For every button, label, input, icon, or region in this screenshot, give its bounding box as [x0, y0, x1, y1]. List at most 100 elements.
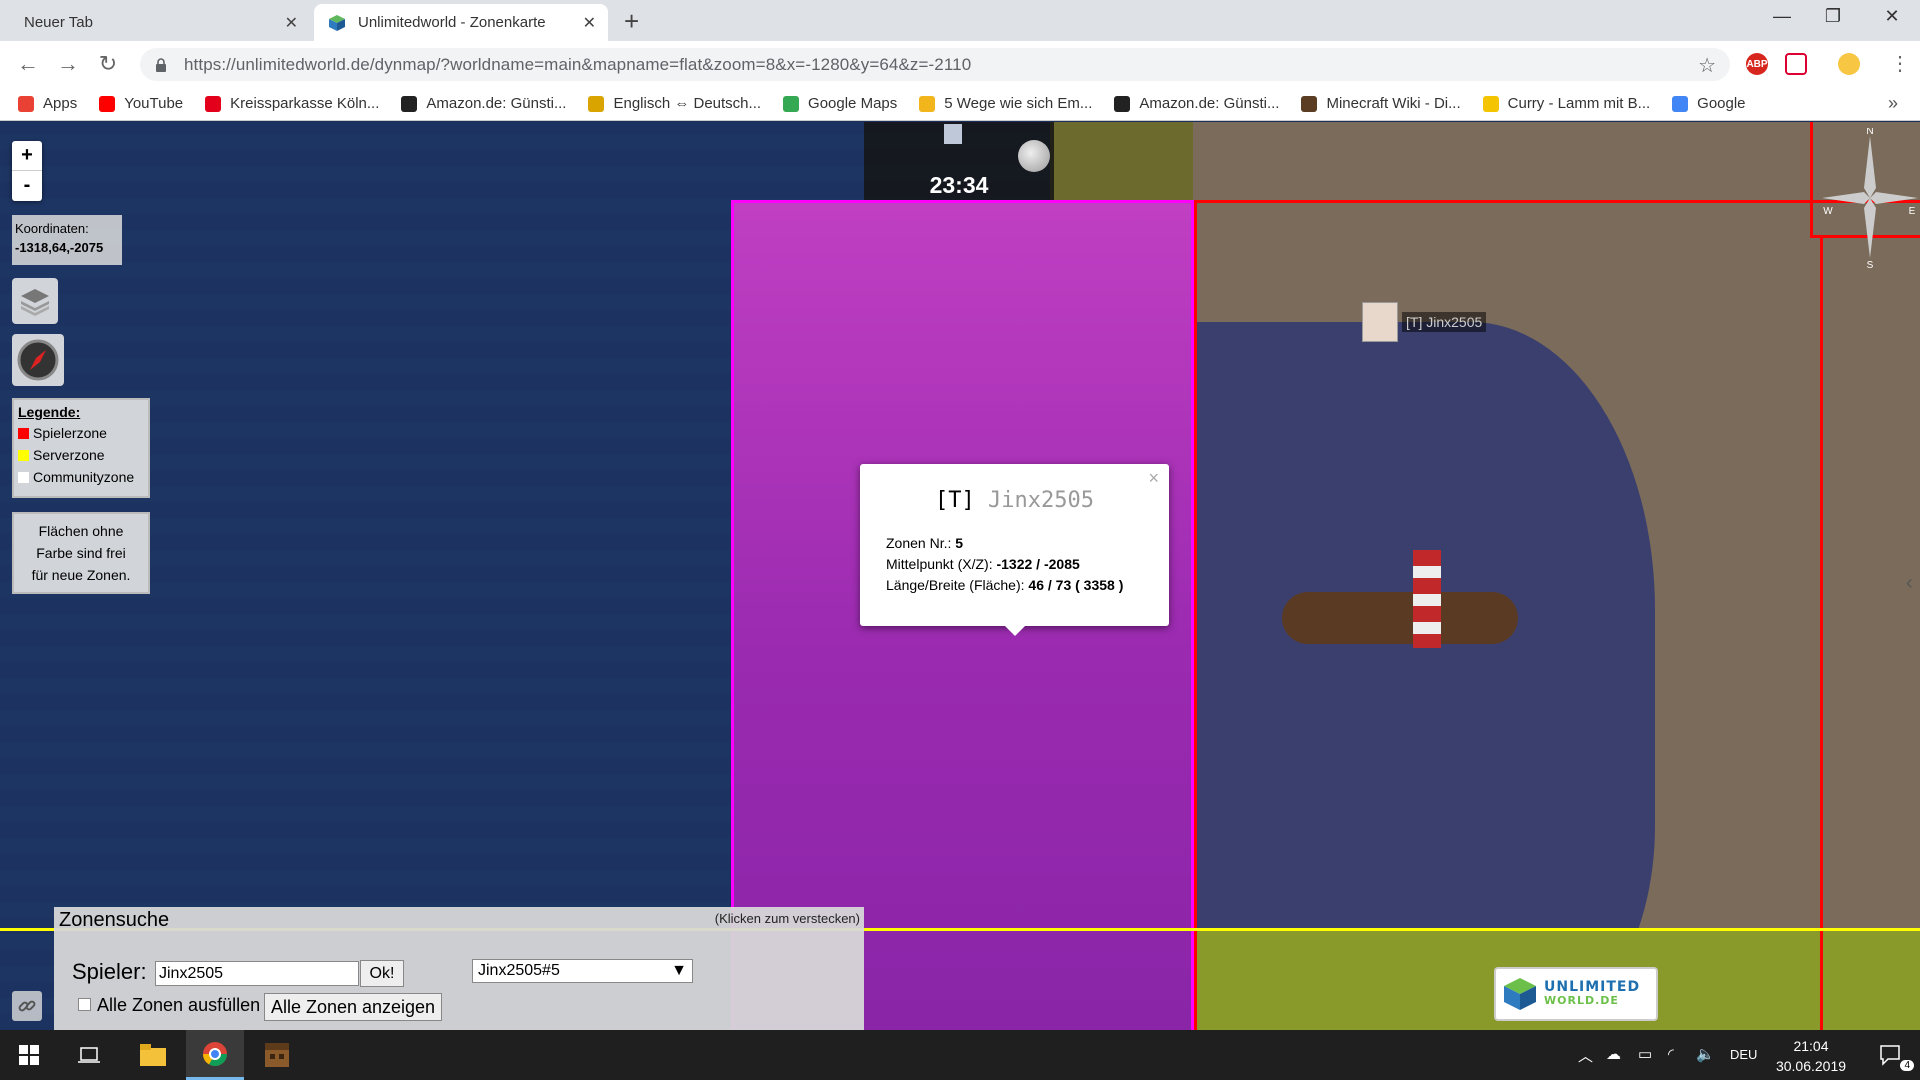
legend-label: Spielerzone [33, 425, 107, 441]
url-path: /dynmap/?worldname=main&mapname=flat&zoo… [369, 54, 972, 74]
wifi-icon[interactable]: ◜ [1668, 1045, 1674, 1063]
bookmark-item[interactable]: Google Maps [783, 95, 897, 112]
bookmark-item[interactable]: Kreissparkasse Köln... [205, 95, 379, 112]
zone-info-popup: × [T] Jinx2505 Zonen Nr.: 5 Mittelpunkt … [860, 464, 1169, 636]
logo-line1: UNLIMITED [1544, 979, 1641, 995]
bookmark-item[interactable]: 5 Wege wie sich Em... [919, 95, 1092, 112]
google-maps-icon [783, 95, 800, 112]
notification-center-icon[interactable]: 4 [1862, 1030, 1920, 1080]
player-marker[interactable]: [T] Jinx2505 [1362, 302, 1487, 342]
new-tab-button[interactable]: + [624, 6, 639, 36]
zoom-in-button[interactable]: + [12, 141, 42, 171]
bookmark-item[interactable]: Amazon.de: Günsti... [401, 95, 566, 112]
unlimitedworld-logo[interactable]: UNLIMITED WORLD.DE [1494, 967, 1658, 1021]
legend-swatch-white [18, 471, 29, 483]
tab-new-tab[interactable]: Neuer Tab ✕ [10, 4, 310, 41]
bookmarks-bar: Apps YouTube Kreissparkasse Köln... Amazon.… [0, 87, 1920, 121]
popup-size: Länge/Breite (Fläche): 46 / 73 ( 3358 ) [886, 575, 1143, 596]
info-line: Farbe sind frei [36, 545, 126, 561]
back-arrow-icon[interactable]: ← [14, 51, 42, 77]
compass-button[interactable] [12, 334, 64, 386]
link-icon [18, 1000, 36, 1012]
file-explorer-icon[interactable] [124, 1030, 182, 1080]
popup-label: Mittelpunkt (X/Z): [886, 556, 993, 572]
tab-zonenkarte[interactable]: Unlimitedworld - Zonenkarte ✕ [314, 4, 608, 41]
logo-line2: WORLD.DE [1544, 994, 1619, 1007]
amazon-icon [401, 95, 418, 112]
close-tab-icon[interactable]: ✕ [285, 13, 298, 33]
dynmap-map[interactable]: 23:34 N E S W + - Koordinaten: -1318,64,… [0, 122, 1920, 1030]
browser-menu-icon[interactable]: ⋮ [1886, 51, 1914, 77]
side-panel-toggle-icon[interactable]: ‹ [1906, 572, 1913, 595]
close-window-icon[interactable]: ✕ [1872, 6, 1912, 27]
player-name-label: [T] Jinx2505 [1402, 312, 1487, 332]
layers-button[interactable] [12, 278, 58, 324]
bookmarks-overflow-icon[interactable]: » [1888, 93, 1898, 114]
battery-icon[interactable]: ▭ [1638, 1045, 1652, 1063]
weather-icon [944, 124, 962, 144]
taskbar-date: 30.06.2019 [1775, 1058, 1847, 1074]
popup-close-button[interactable]: × [1148, 468, 1159, 489]
volume-icon[interactable]: 🔈 [1696, 1045, 1715, 1063]
moon-icon [1018, 140, 1050, 172]
apps-grid-icon [18, 95, 34, 112]
show-all-zones-button[interactable]: Alle Zonen anzeigen [264, 993, 442, 1021]
tray-chevron-icon[interactable]: ︿ [1578, 1045, 1593, 1066]
zoom-control: + - [12, 141, 42, 201]
bookmark-label: Amazon.de: Günsti... [426, 95, 567, 112]
zone-search-title[interactable]: Zonensuche [59, 909, 169, 932]
layers-icon [21, 289, 49, 316]
close-tab-icon[interactable]: ✕ [583, 13, 596, 33]
compass-rose-icon: N E S W [1822, 128, 1918, 268]
zoom-out-button[interactable]: - [12, 171, 42, 201]
coin-icon [919, 95, 936, 112]
legend-title: Legende: [18, 404, 81, 420]
bookmark-item[interactable]: Google [1672, 95, 1746, 112]
zone-select[interactable]: Jinx2505#5 ▼ [472, 959, 693, 983]
popup-title: [T] Jinx2505 [886, 488, 1143, 513]
forward-arrow-icon[interactable]: → [54, 51, 82, 77]
sparkasse-icon [205, 95, 222, 112]
ok-button[interactable]: Ok! [360, 960, 404, 987]
youtube-icon [99, 95, 116, 112]
browser-tab-bar: Neuer Tab ✕ Unlimitedworld - Zonenkarte … [0, 0, 1920, 41]
bookmark-item[interactable]: Minecraft Wiki - Di... [1301, 95, 1461, 112]
bookmark-item[interactable]: Amazon.de: Günsti... [1114, 95, 1279, 112]
minimize-window-icon[interactable]: — [1762, 6, 1802, 27]
emoji-extension-icon[interactable] [1838, 53, 1860, 75]
popup-label: Länge/Breite (Fläche): [886, 577, 1025, 593]
windows-start-icon[interactable] [0, 1030, 58, 1080]
bookmark-label: Englisch ⇔ Deutsch... [613, 95, 762, 112]
taskbar-clock[interactable]: 21:04 30.06.2019 [1766, 1036, 1856, 1076]
url-host: https://unlimitedworld.de [184, 54, 370, 74]
url-bar[interactable]: https://unlimitedworld.de/dynmap/?worldn… [140, 48, 1730, 81]
bookmark-item[interactable]: YouTube [99, 95, 183, 112]
adblock-extension-icon[interactable]: ABP [1746, 53, 1768, 75]
fill-all-checkbox[interactable] [78, 998, 91, 1011]
legend-item: Serverzone [18, 444, 144, 466]
lighthouse-decoration [1413, 550, 1441, 648]
player-search-input[interactable] [155, 961, 359, 986]
zone-search-hide-hint[interactable]: (Klicken zum verstecken) [715, 911, 860, 926]
language-indicator[interactable]: DEU [1730, 1047, 1757, 1062]
compass-w-label: W [1823, 206, 1833, 217]
coordinates-label: Koordinaten: [15, 221, 89, 236]
bookmark-star-icon[interactable]: ☆ [1698, 53, 1716, 78]
maximize-window-icon[interactable]: ❐ [1813, 6, 1853, 27]
address-toolbar: ← → ↻ https://unlimitedworld.de/dynmap/?… [0, 41, 1920, 87]
dropdown-arrow-icon: ▼ [671, 962, 687, 979]
bookmark-item[interactable]: Curry - Lamm mit B... [1482, 95, 1650, 112]
minecraft-taskbar-icon[interactable] [248, 1030, 306, 1080]
pocket-extension-icon[interactable] [1785, 53, 1807, 75]
bookmark-item[interactable]: Englisch ⇔ Deutsch... [588, 95, 761, 112]
legend-item: Communityzone [18, 466, 144, 488]
reload-icon[interactable]: ↻ [94, 51, 122, 77]
bookmark-item[interactable]: Apps [18, 95, 77, 112]
player-zone-edge[interactable] [1820, 238, 1920, 1030]
onedrive-icon[interactable]: ☁ [1606, 1045, 1621, 1063]
bookmark-label: Amazon.de: Günsti... [1139, 95, 1280, 112]
link-button[interactable] [12, 991, 42, 1021]
minecraft-icon [1301, 95, 1318, 112]
chrome-taskbar-icon[interactable] [186, 1030, 244, 1080]
task-view-icon[interactable] [60, 1030, 118, 1080]
